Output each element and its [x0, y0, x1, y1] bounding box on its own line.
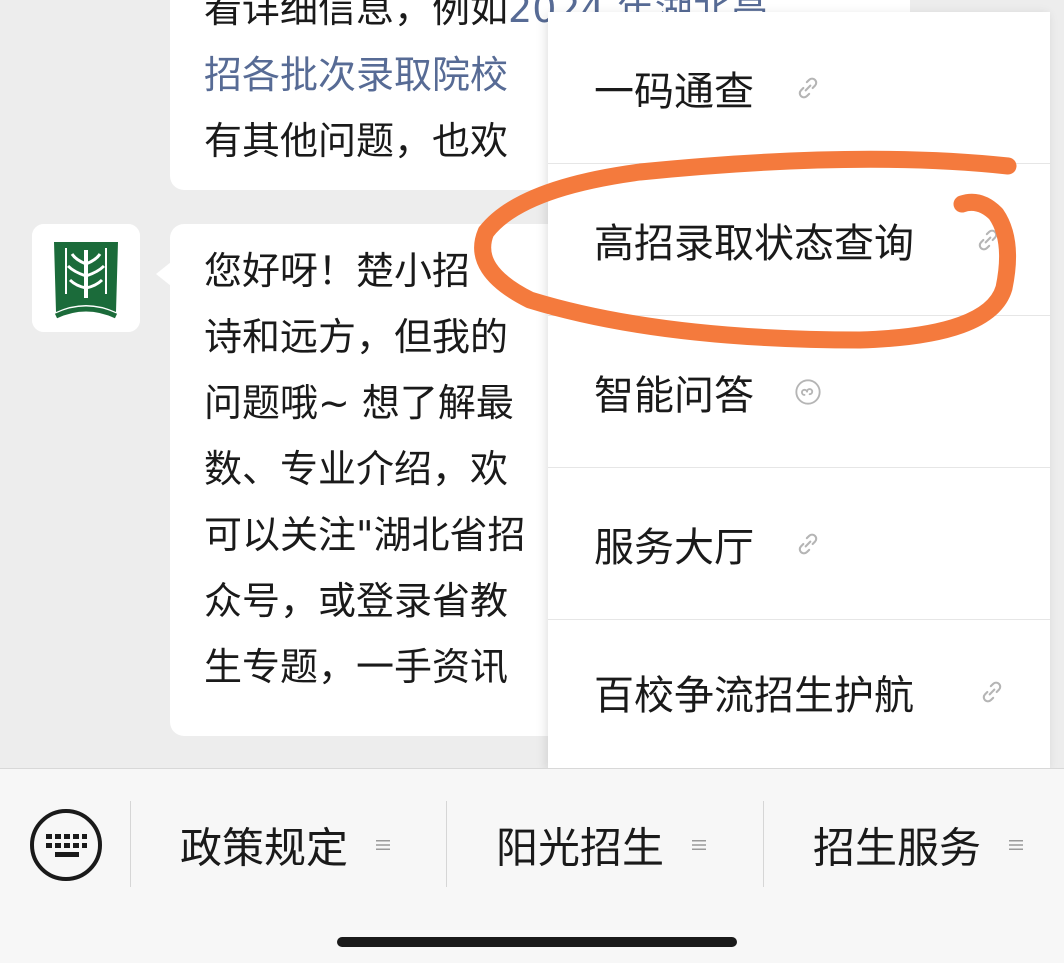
mini-program-icon	[795, 378, 821, 405]
menu-item-label: 服务大厅	[594, 524, 754, 571]
link-icon	[798, 533, 818, 554]
menu-item-label: 智能问答	[594, 372, 754, 419]
tab-label: 阳光招生	[496, 823, 665, 873]
link-icon	[982, 681, 1002, 703]
avatar[interactable]	[32, 224, 140, 332]
official-account-logo-icon	[32, 224, 140, 332]
tab-label: 招生服务	[813, 823, 982, 873]
tab-sunshine-admission[interactable]: 阳光招生	[447, 807, 763, 883]
keyboard-icon[interactable]	[28, 807, 104, 883]
tab-label: 政策规定	[180, 823, 349, 873]
menu-lines-icon	[1009, 840, 1023, 850]
menu-item-label: 高招录取状态查询	[594, 220, 914, 267]
menu-item-label: 一码通查	[594, 68, 754, 115]
menu-lines-icon	[692, 840, 706, 850]
menu-item-yima-tongcha[interactable]: 一码通查	[548, 12, 1050, 164]
link-icon	[978, 229, 998, 250]
menu-item-smart-qa[interactable]: 智能问答	[548, 316, 1050, 468]
bottom-menu-bar: 政策规定 阳光招生 招生服务	[0, 768, 1064, 963]
tab-policy-regulations[interactable]: 政策规定	[131, 807, 447, 883]
bubble-tail	[156, 262, 171, 286]
menu-item-service-hall[interactable]: 服务大厅	[548, 468, 1050, 620]
menu-item-admission-status-query[interactable]: 高招录取状态查询	[548, 164, 1050, 316]
tab-admission-services[interactable]: 招生服务	[764, 807, 1064, 883]
home-indicator[interactable]	[337, 937, 737, 947]
link-icon	[798, 77, 818, 98]
menu-item-college-admission-escort[interactable]: 百校争流招生护航	[548, 616, 1050, 768]
service-popup-menu: 一码通查 高招录取状态查询 智能问答 服务大厅 百校争流招生护航	[548, 12, 1050, 768]
menu-item-label: 百校争流招生护航	[594, 673, 914, 719]
menu-lines-icon	[376, 840, 390, 850]
